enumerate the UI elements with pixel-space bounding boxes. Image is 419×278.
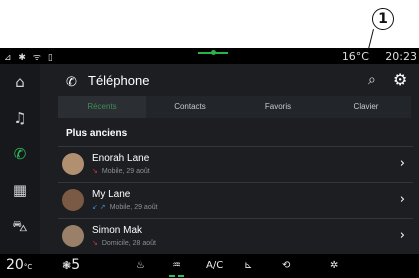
tab-keypad[interactable]: Clavier <box>322 96 410 118</box>
climate-bar: 20°C ❃5 ♨ ♒ A/C ⊾ ⟲ ✲ <box>0 254 419 278</box>
tab-bar: Récents Contacts Favoris Clavier <box>58 96 411 118</box>
gear-icon[interactable]: ⚙ <box>393 70 407 89</box>
driver-temperature-value: 20 <box>6 257 24 273</box>
call-detail-text: Mobile, 29 août <box>109 204 158 211</box>
contact-name: Enorah Lane <box>92 153 150 164</box>
rear-defrost-icon[interactable]: ♒ <box>172 260 181 271</box>
phone-icon[interactable]: ✆ <box>8 142 32 166</box>
call-detail: ↘ Domicile, 28 août <box>92 239 156 247</box>
status-indicator <box>198 50 228 55</box>
temperature-unit: °C <box>23 263 33 271</box>
chevron-right-icon[interactable]: › <box>400 192 405 207</box>
avatar <box>62 153 84 175</box>
chevron-right-icon[interactable]: › <box>400 156 405 171</box>
auto-climate-icon[interactable]: ✲ <box>330 260 338 271</box>
clock: 20:23 <box>385 50 417 63</box>
chevron-right-icon[interactable]: › <box>400 228 405 243</box>
driver-temperature[interactable]: 20°C <box>6 257 32 273</box>
recirculation-icon[interactable]: ⟲ <box>282 260 290 271</box>
tab-contacts[interactable]: Contacts <box>146 96 234 118</box>
call-row[interactable]: My Lane ↙ ↗ Mobile, 29 août › <box>52 186 413 216</box>
missed-call-icon: ↘ <box>92 240 98 247</box>
tab-recents[interactable]: Récents <box>58 96 146 118</box>
status-icons: ⊿ ✱ ᯤ ▯ <box>4 53 55 63</box>
avatar <box>62 189 84 211</box>
page-title: Téléphone <box>88 73 150 88</box>
apps-icon[interactable]: ▦ <box>8 178 32 202</box>
defrost-indicator <box>178 275 184 277</box>
missed-call-icon: ↘ <box>92 168 98 175</box>
section-title: Plus anciens <box>66 128 128 139</box>
home-icon[interactable]: ⌂ <box>8 70 32 94</box>
search-icon[interactable]: ⌕ <box>368 72 376 88</box>
call-detail: ↘ Mobile, 29 août <box>92 167 150 175</box>
divider <box>58 182 413 183</box>
fan-icon: ❃ <box>62 259 72 272</box>
phone-title-icon: ✆ <box>66 75 77 90</box>
fan-speed[interactable]: ❃5 <box>62 257 80 273</box>
call-row[interactable]: Simon Mak ↘ Domicile, 28 août › <box>52 222 413 252</box>
call-detail-text: Domicile, 28 août <box>101 240 156 247</box>
tab-favorites[interactable]: Favoris <box>234 96 322 118</box>
sidebar: ⌂ ♫ ✆ ▦ ⛍ <box>0 64 40 254</box>
car-icon[interactable]: ⛍ <box>8 214 32 238</box>
outside-temperature: 16°C <box>341 50 369 63</box>
seat-icon[interactable]: ⊾ <box>244 260 252 271</box>
phone-screen: ⊿ ✱ ᯤ ▯ 16°C 20:23 ⌂ ♫ ✆ ▦ ⛍ ✆ Téléphone… <box>0 48 419 278</box>
avatar <box>62 225 84 247</box>
callout-number: 1 <box>372 8 394 30</box>
status-bar: ⊿ ✱ ᯤ ▯ 16°C 20:23 <box>0 48 419 64</box>
call-detail-text: Mobile, 29 août <box>101 168 150 175</box>
defrost-indicator <box>169 275 175 277</box>
seat-heat-icon[interactable]: ♨ <box>136 260 145 271</box>
divider <box>58 146 413 147</box>
music-icon[interactable]: ♫ <box>8 106 32 130</box>
contact-name: My Lane <box>92 189 131 200</box>
call-direction-icon: ↙ ↗ <box>92 204 106 211</box>
divider <box>58 218 413 219</box>
contact-name: Simon Mak <box>92 225 143 236</box>
call-detail: ↙ ↗ Mobile, 29 août <box>92 203 158 211</box>
ac-button[interactable]: A/C <box>206 260 223 271</box>
call-row[interactable]: Enorah Lane ↘ Mobile, 29 août › <box>52 150 413 180</box>
fan-speed-value: 5 <box>71 257 81 273</box>
